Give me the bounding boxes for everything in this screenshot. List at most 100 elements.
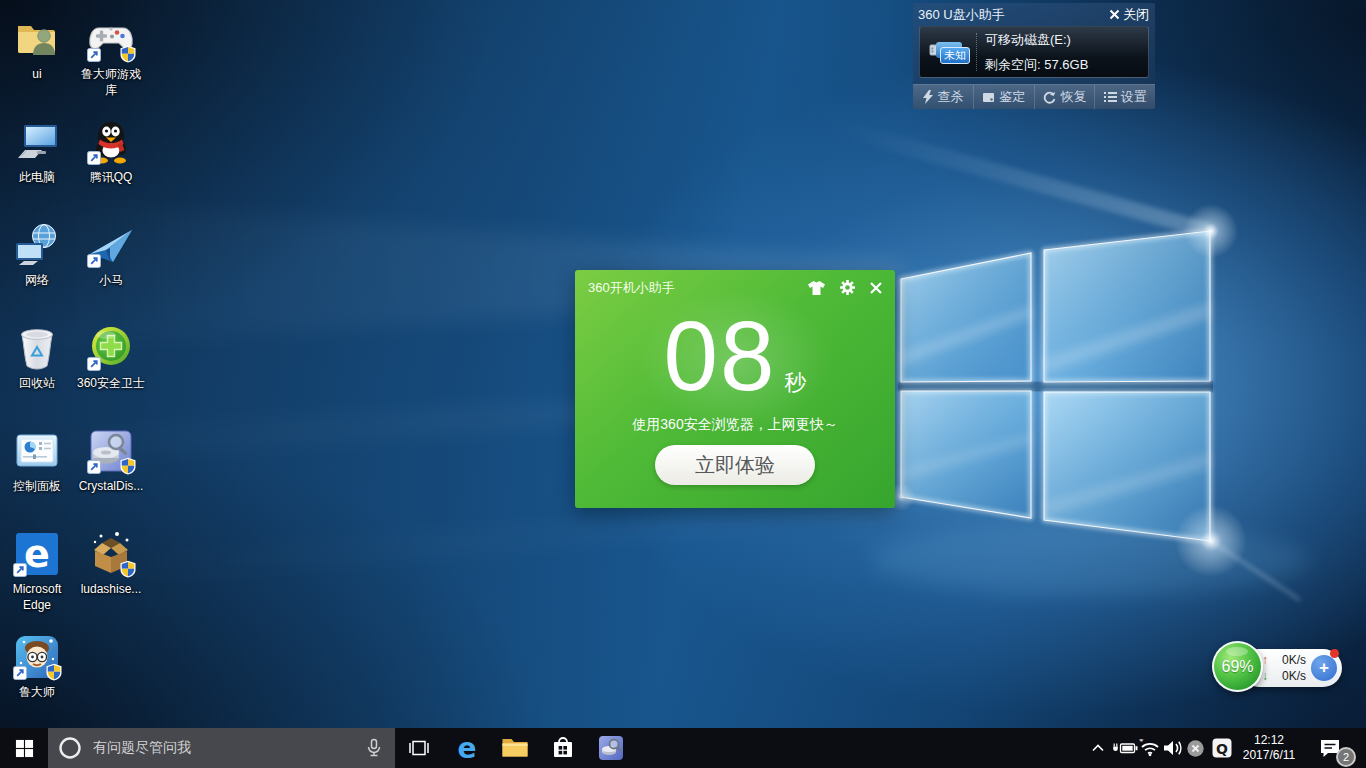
usb-free-space: 剩余空间: 57.6GB [985,56,1088,74]
windows-logo-icon [15,739,34,758]
download-speed: 0K/s [1282,668,1306,684]
usb-drive-info: 未知 可移动磁盘(E:) 剩余空间: 57.6GB [919,26,1149,78]
shortcut-arrow-icon [13,666,27,680]
start-button[interactable] [0,728,48,768]
tray-x-button[interactable] [1185,737,1205,759]
boot-assistant-popup: 360开机小助手 08 秒 使用360安全浏览器，上网更快～ 立即体验 [575,270,895,508]
taskbar: 有问题尽管问我 e * Q 12:12 2017/6/11 [0,728,1366,768]
desktop-icon-label: ludashise... [76,581,147,597]
uac-shield-icon [120,45,136,63]
x-circle-icon [1186,739,1205,758]
desktop-icon-edge[interactable]: e Microsoft Edge [0,530,74,613]
tray-battery-button[interactable] [1111,737,1138,759]
desktop-icon-360-safe[interactable]: 360安全卫士 [74,324,148,391]
desktop-icon-label: CrystalDis... [76,478,147,494]
desktop-icon-ui[interactable]: ui [0,15,74,82]
settings-gear-icon[interactable] [839,279,856,296]
usb-toolbar: 查杀 鉴定 恢复 设置 [913,84,1155,109]
battery-icon [1112,740,1138,756]
svg-text:Q: Q [1216,741,1228,757]
wifi-icon: * [1139,739,1161,757]
speaker-icon [1162,739,1184,757]
notification-badge: 2 [1336,747,1356,767]
boot-popup-title: 360开机小助手 [588,279,675,297]
taskbar-crystaldisk-button[interactable] [587,728,635,768]
store-icon [550,735,576,761]
desktop-icon-network[interactable]: 网络 [0,221,74,288]
desktop-icon-xiaoma[interactable]: 小马 [74,221,148,288]
restore-arrow-icon [1042,91,1056,104]
microphone-icon[interactable] [365,738,383,762]
tray-volume-button[interactable] [1161,737,1184,759]
speed-rows: ↑0K/s ↓0K/s [1262,652,1306,684]
desktop-icon-this-pc[interactable]: 此电脑 [0,118,74,185]
network-icon [13,221,61,269]
task-view-icon [407,736,431,760]
q-icon: Q [1211,737,1233,759]
desktop-icon-label: 360安全卫士 [76,375,147,391]
uac-shield-icon [120,457,136,475]
boot-seconds-unit: 秒 [785,368,807,398]
taskbar-edge-button[interactable]: e [443,728,491,768]
shortcut-arrow-icon [87,254,101,268]
desktop-icon-control-panel[interactable]: 控制面板 [0,427,74,494]
desktop-icon-qq[interactable]: 腾讯QQ [74,118,148,185]
shortcut-arrow-icon [87,357,101,371]
skin-icon[interactable] [807,280,826,296]
svg-text:e: e [458,733,477,763]
usb-drive-name: 可移动磁盘(E:) [985,31,1088,49]
svg-text:*: * [1139,739,1144,747]
this-pc-icon [13,118,61,166]
taskbar-store-button[interactable] [539,728,587,768]
desktop-icon-label: 此电脑 [2,169,73,185]
desktop-icon-recycle-bin[interactable]: 回收站 [0,324,74,391]
usb-panel-title: 360 U盘小助手 [918,6,1005,24]
control-panel-icon [13,427,61,475]
try-now-button[interactable]: 立即体验 [655,445,815,485]
desktop-icon-game-library[interactable]: 鲁大师游戏库 [74,15,148,98]
download-arrow-icon: ↓ [1262,668,1268,684]
desktop-icon-crystaldisk[interactable]: CrystalDis... [74,427,148,494]
user-folder-icon [13,15,61,63]
add-button[interactable]: + [1311,655,1337,681]
tray-wifi-button[interactable]: * [1139,737,1161,759]
memory-percent: 69% [1221,658,1253,676]
usb-close-button[interactable]: 关闭 [1109,6,1149,24]
desktop-icon-ludashi-setup[interactable]: ludashise... [74,530,148,597]
usb-unknown-badge: 未知 [940,47,970,64]
crystaldisk-taskbar-icon [598,735,624,761]
svg-text:e: e [24,532,50,576]
taskbar-explorer-button[interactable] [491,728,539,768]
taskbar-clock[interactable]: 12:12 2017/6/11 [1238,733,1300,763]
shortcut-arrow-icon [87,151,101,165]
desktop-icon-label: 腾讯QQ [76,169,147,185]
desktop-icon-label: 网络 [2,272,73,288]
usb-action-settings[interactable]: 设置 [1094,85,1155,109]
usb-action-verify[interactable]: 鉴定 [973,85,1034,109]
desktop-icon-ludashi[interactable]: 鲁大师 [0,633,74,700]
boot-seconds: 08 [663,304,776,408]
desktop-icon-label: 鲁大师游戏库 [76,66,147,98]
settings-list-icon [1104,91,1117,103]
uac-shield-icon [46,663,62,681]
memory-percent-ball[interactable]: 69% [1212,641,1263,692]
desktop-icon-label: 控制面板 [2,478,73,494]
usb-action-scan[interactable]: 查杀 [913,85,973,109]
desktop-icon-label: Microsoft Edge [2,581,73,613]
desktop-icon-label: ui [2,66,73,82]
usb-assistant-panel: 360 U盘小助手 关闭 未知 可移动磁盘(E:) 剩余空间: 57.6GB 查… [913,3,1155,109]
search-input[interactable]: 有问题尽管问我 [48,728,395,768]
shortcut-arrow-icon [13,563,27,577]
close-icon [1109,9,1120,20]
tray-360-button[interactable]: Q [1210,737,1234,759]
edge-taskbar-icon: e [452,733,482,763]
tray-chevron-button[interactable] [1088,737,1108,759]
usb-action-restore[interactable]: 恢复 [1034,85,1095,109]
close-icon[interactable] [869,281,883,295]
task-view-button[interactable] [395,728,443,768]
desktop-icon-label: 小马 [76,272,147,288]
recycle-bin-icon [13,324,61,372]
uac-shield-icon [120,560,136,578]
clock-time: 12:12 [1238,733,1300,748]
disk-check-icon [982,91,995,104]
